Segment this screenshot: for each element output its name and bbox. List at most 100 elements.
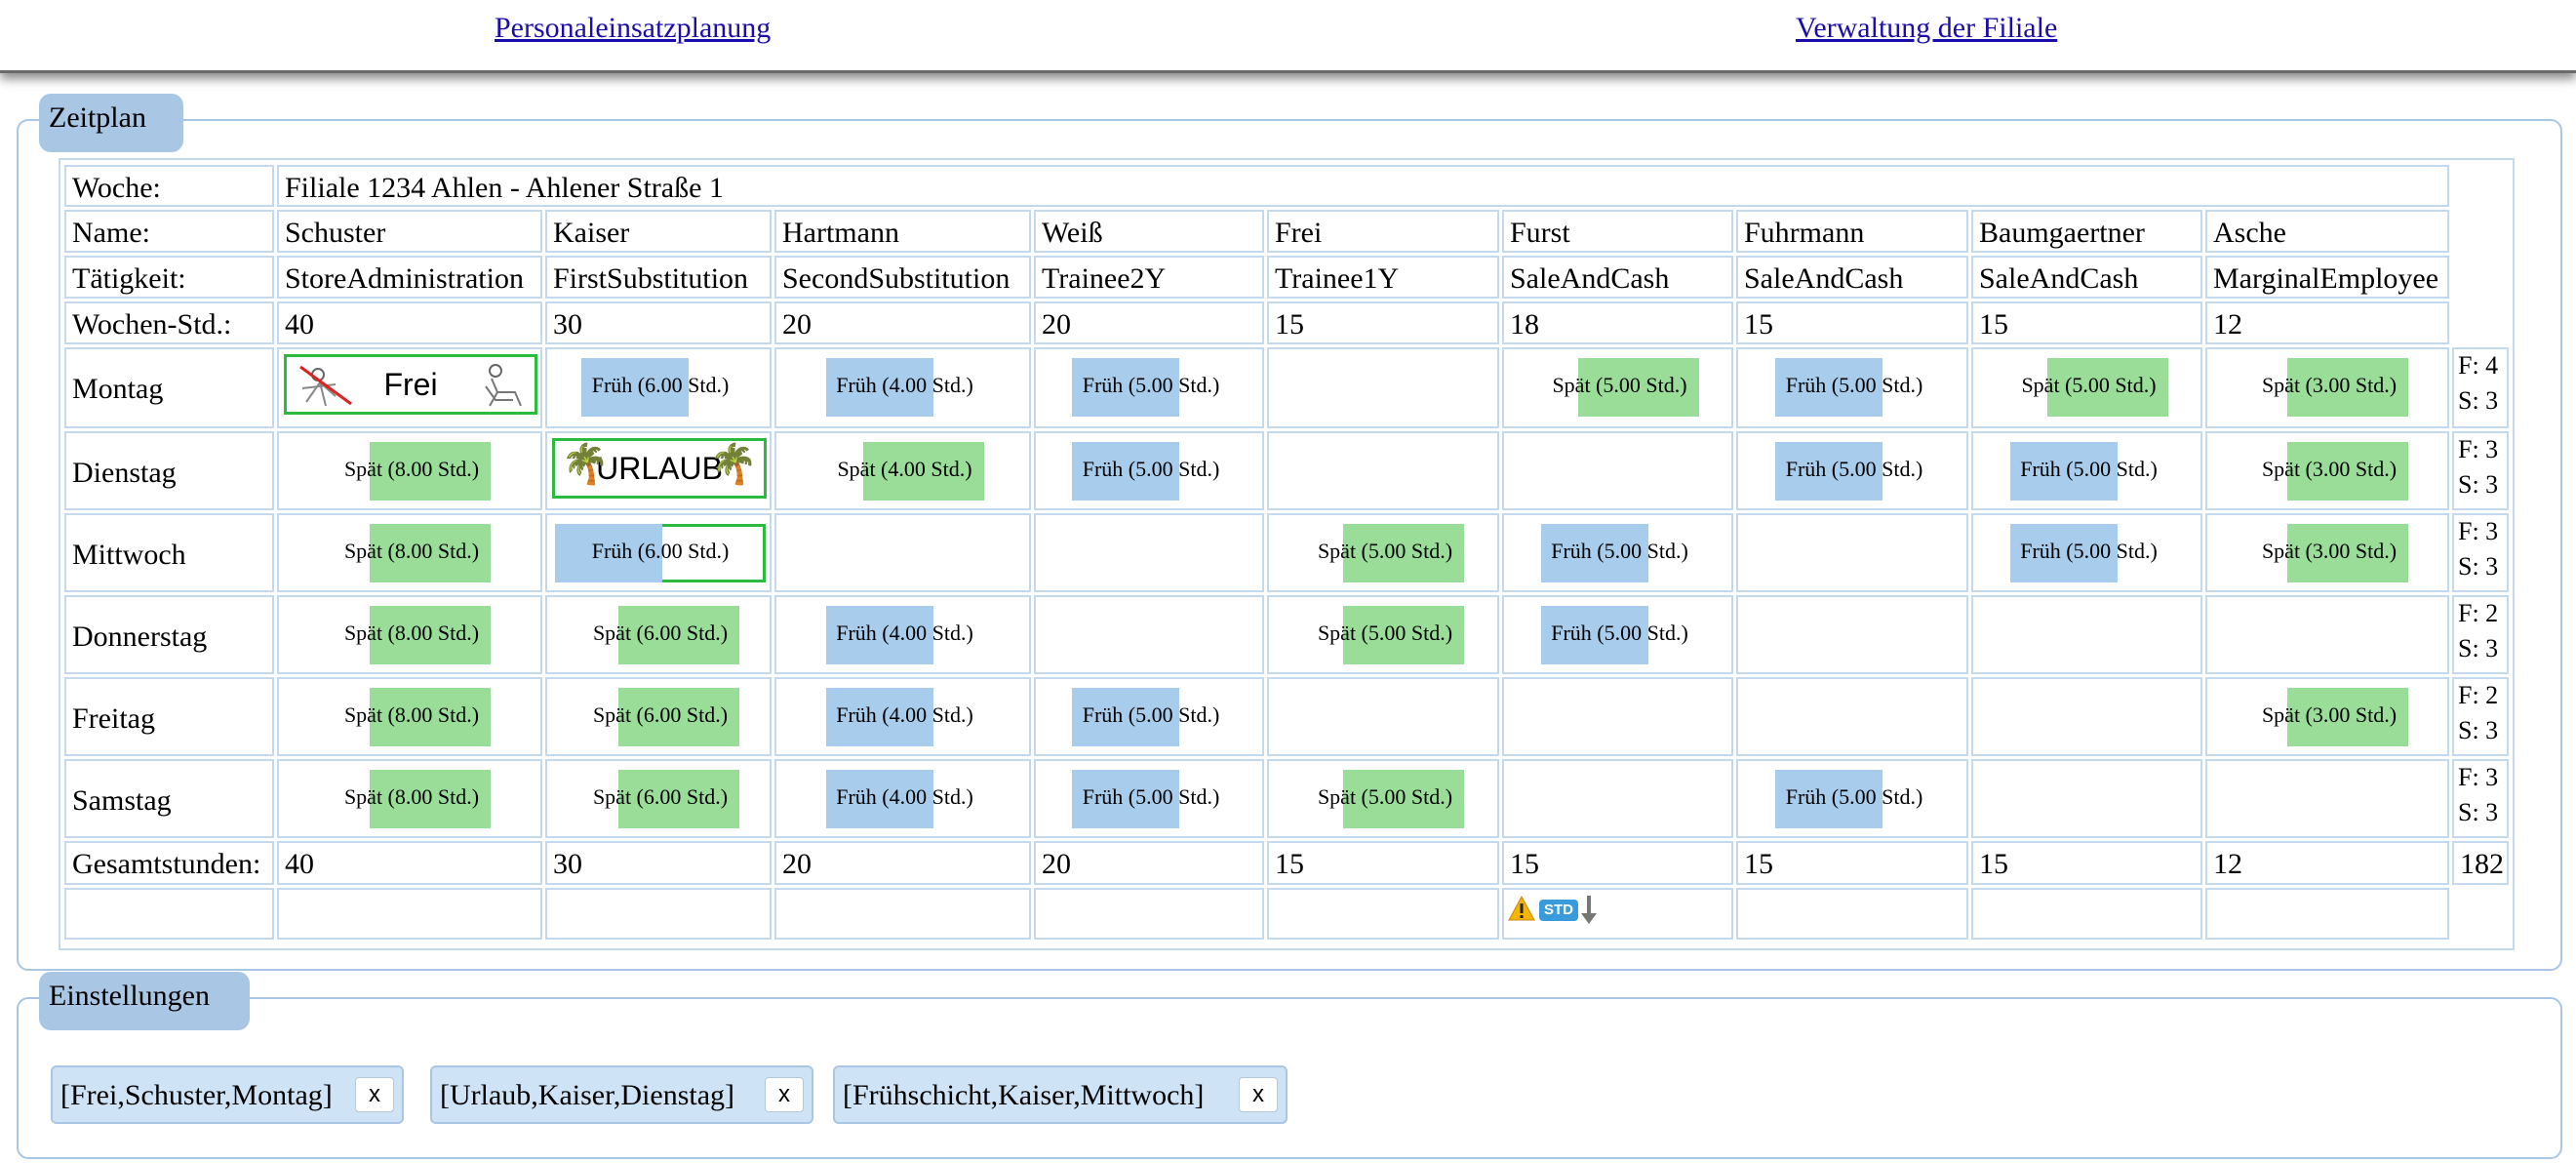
shift-cell[interactable]: Spät (6.00 Std.) bbox=[545, 759, 772, 838]
shift-cell[interactable]: Spät (8.00 Std.) bbox=[277, 595, 542, 674]
shift-cell[interactable] bbox=[1736, 677, 1968, 756]
shift-cell[interactable] bbox=[1971, 677, 2202, 756]
shift-cell[interactable] bbox=[1502, 677, 1733, 756]
shift-cell[interactable] bbox=[1267, 431, 1499, 510]
shift-cell[interactable]: Spät (3.00 Std.) bbox=[2205, 677, 2449, 756]
shift-cell[interactable]: Früh (4.00 Std.) bbox=[774, 347, 1031, 428]
shift-cell[interactable]: Spät (3.00 Std.) bbox=[2205, 431, 2449, 510]
shift-cell[interactable]: Früh (5.00 Std.) bbox=[1736, 431, 1968, 510]
early-shift-block[interactable]: Früh (6.00 Std.) bbox=[555, 524, 766, 582]
shift-cell[interactable]: Spät (8.00 Std.) bbox=[277, 431, 542, 510]
shift-cell[interactable]: Spät (3.00 Std.) bbox=[2205, 347, 2449, 428]
shift-cell[interactable]: Spät (5.00 Std.) bbox=[1267, 759, 1499, 838]
warning-cell bbox=[1034, 888, 1264, 940]
shift-cell[interactable]: Früh (5.00 Std.) bbox=[1034, 677, 1264, 756]
late-shift-block[interactable]: Spät (4.00 Std.) bbox=[826, 442, 984, 501]
early-shift-block[interactable]: Früh (5.00 Std.) bbox=[1775, 358, 1933, 417]
warning-icon[interactable] bbox=[1508, 895, 1535, 927]
remove-setting-button[interactable]: x bbox=[765, 1077, 804, 1112]
shift-cell[interactable] bbox=[1736, 595, 1968, 674]
late-shift-block[interactable]: Spät (6.00 Std.) bbox=[581, 688, 739, 746]
shift-cell[interactable]: Früh (6.00 Std.) bbox=[545, 347, 772, 428]
late-shift-block[interactable]: Spät (3.00 Std.) bbox=[2250, 358, 2408, 417]
shift-cell[interactable] bbox=[774, 513, 1031, 592]
shift-cell[interactable]: Früh (4.00 Std.) bbox=[774, 759, 1031, 838]
shift-cell[interactable]: Früh (5.00 Std.) bbox=[1736, 759, 1968, 838]
shift-cell[interactable]: Spät (8.00 Std.) bbox=[277, 677, 542, 756]
early-shift-block[interactable]: Früh (4.00 Std.) bbox=[825, 688, 984, 746]
late-shift-block[interactable]: Spät (5.00 Std.) bbox=[1541, 358, 1699, 417]
shift-cell[interactable] bbox=[1267, 677, 1499, 756]
nav-link-personaleinsatzplanung[interactable]: Personaleinsatzplanung bbox=[495, 12, 771, 45]
shift-cell[interactable]: Spät (4.00 Std.) bbox=[774, 431, 1031, 510]
shift-cell[interactable]: Früh (5.00 Std.) bbox=[1034, 431, 1264, 510]
shift-cell[interactable] bbox=[1502, 759, 1733, 838]
late-shift-block[interactable]: Spät (8.00 Std.) bbox=[333, 442, 491, 501]
std-badge-icon[interactable]: STD bbox=[1539, 900, 1578, 921]
shift-cell[interactable]: Spät (3.00 Std.) bbox=[2205, 513, 2449, 592]
shift-cell[interactable] bbox=[1034, 513, 1264, 592]
late-shift-block[interactable]: Spät (8.00 Std.) bbox=[333, 606, 491, 664]
shift-cell[interactable] bbox=[1267, 347, 1499, 428]
shift-cell[interactable]: Spät (5.00 Std.) bbox=[1267, 595, 1499, 674]
early-shift-block[interactable]: Früh (5.00 Std.) bbox=[1072, 688, 1230, 746]
late-shift-block[interactable]: Spät (8.00 Std.) bbox=[333, 770, 491, 828]
shift-cell[interactable]: Früh (4.00 Std.) bbox=[774, 595, 1031, 674]
late-shift-block[interactable]: Spät (5.00 Std.) bbox=[1306, 770, 1464, 828]
late-shift-block[interactable]: Spät (3.00 Std.) bbox=[2250, 524, 2408, 582]
shift-cell[interactable]: Früh (5.00 Std.) bbox=[1971, 431, 2202, 510]
shift-cell[interactable] bbox=[1034, 595, 1264, 674]
late-shift-block[interactable]: Spät (6.00 Std.) bbox=[581, 770, 739, 828]
day-off-badge[interactable]: Frei bbox=[284, 354, 537, 415]
shift-cell[interactable]: Spät (8.00 Std.) bbox=[277, 759, 542, 838]
late-shift-block[interactable]: Spät (8.00 Std.) bbox=[333, 688, 491, 746]
shift-cell[interactable] bbox=[1971, 759, 2202, 838]
early-shift-block[interactable]: Früh (5.00 Std.) bbox=[1775, 770, 1933, 828]
shift-cell[interactable]: Früh (5.00 Std.) bbox=[1971, 513, 2202, 592]
shift-cell[interactable] bbox=[2205, 759, 2449, 838]
early-shift-block[interactable]: Früh (4.00 Std.) bbox=[825, 606, 984, 664]
late-shift-block[interactable]: Spät (6.00 Std.) bbox=[581, 606, 739, 664]
late-shift-block[interactable]: Spät (3.00 Std.) bbox=[2250, 688, 2408, 746]
shift-cell[interactable]: Früh (4.00 Std.) bbox=[774, 677, 1031, 756]
shift-cell[interactable] bbox=[2205, 595, 2449, 674]
shift-cell[interactable] bbox=[1736, 513, 1968, 592]
shift-cell[interactable]: Spät (8.00 Std.) bbox=[277, 513, 542, 592]
shift-cell[interactable]: Früh (6.00 Std.) bbox=[545, 513, 772, 592]
shift-cell[interactable] bbox=[1971, 595, 2202, 674]
late-shift-block[interactable]: Spät (8.00 Std.) bbox=[333, 524, 491, 582]
shift-cell[interactable]: Spät (6.00 Std.) bbox=[545, 595, 772, 674]
early-shift-block[interactable]: Früh (5.00 Std.) bbox=[1072, 770, 1230, 828]
early-shift-block[interactable]: Früh (5.00 Std.) bbox=[1540, 524, 1699, 582]
remove-setting-button[interactable]: x bbox=[355, 1077, 394, 1112]
late-shift-block[interactable]: Spät (5.00 Std.) bbox=[1306, 606, 1464, 664]
early-shift-block[interactable]: Früh (5.00 Std.) bbox=[2009, 442, 2168, 501]
shift-cell[interactable]: Früh (5.00 Std.) bbox=[1034, 347, 1264, 428]
early-shift-block[interactable]: Früh (4.00 Std.) bbox=[825, 358, 984, 417]
early-shift-block[interactable]: Früh (5.00 Std.) bbox=[2009, 524, 2168, 582]
shift-cell[interactable]: Spät (5.00 Std.) bbox=[1502, 347, 1733, 428]
vacation-badge[interactable]: URLAUB 🌴 🌴 bbox=[552, 438, 767, 499]
shift-cell[interactable]: Früh (5.00 Std.) bbox=[1502, 595, 1733, 674]
early-shift-block[interactable]: Früh (5.00 Std.) bbox=[1540, 606, 1699, 664]
late-shift-block[interactable]: Spät (3.00 Std.) bbox=[2250, 442, 2408, 501]
early-shift-block[interactable]: Früh (5.00 Std.) bbox=[1072, 442, 1230, 501]
nav-link-verwaltung-filiale[interactable]: Verwaltung der Filiale bbox=[1796, 12, 2057, 45]
shift-cell[interactable]: URLAUB 🌴 🌴 bbox=[545, 431, 772, 510]
early-shift-block[interactable]: Früh (5.00 Std.) bbox=[1775, 442, 1933, 501]
shift-cell[interactable]: Früh (5.00 Std.) bbox=[1502, 513, 1733, 592]
shift-cell[interactable]: Spät (5.00 Std.) bbox=[1267, 513, 1499, 592]
early-shift-block[interactable]: Früh (6.00 Std.) bbox=[581, 358, 739, 417]
shift-cell[interactable]: Spät (6.00 Std.) bbox=[545, 677, 772, 756]
early-shift-block[interactable]: Früh (5.00 Std.) bbox=[1072, 358, 1230, 417]
early-shift-block[interactable]: Früh (4.00 Std.) bbox=[825, 770, 984, 828]
late-shift-block[interactable]: Spät (5.00 Std.) bbox=[2010, 358, 2168, 417]
shift-cell[interactable]: Früh (5.00 Std.) bbox=[1736, 347, 1968, 428]
shift-cell[interactable]: Spät (5.00 Std.) bbox=[1971, 347, 2202, 428]
late-shift-block[interactable]: Spät (5.00 Std.) bbox=[1306, 524, 1464, 582]
shift-cell[interactable]: Früh (5.00 Std.) bbox=[1034, 759, 1264, 838]
remove-setting-button[interactable]: x bbox=[1239, 1077, 1278, 1112]
arrow-down-icon[interactable] bbox=[1580, 894, 1598, 931]
shift-cell[interactable]: Frei bbox=[277, 347, 542, 428]
shift-cell[interactable] bbox=[1502, 431, 1733, 510]
